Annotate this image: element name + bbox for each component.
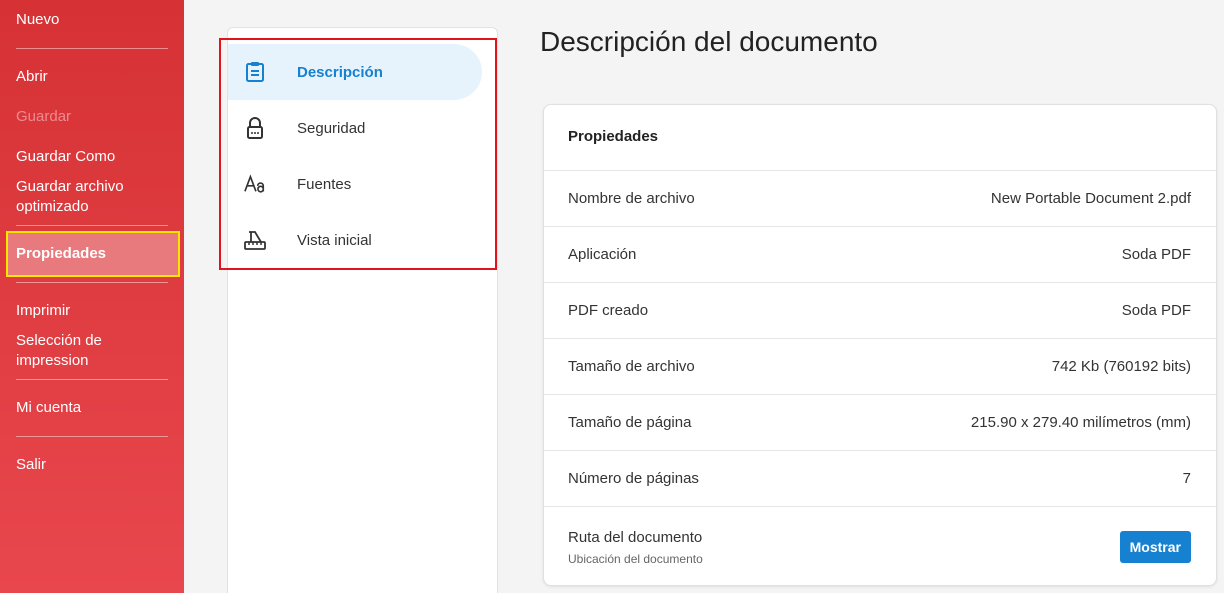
menu-guardar: Guardar <box>16 108 72 125</box>
property-label: Nombre de archivo <box>568 190 695 207</box>
font-icon <box>244 173 266 195</box>
property-row: Nombre de archivo New Portable Document … <box>544 171 1216 227</box>
menu-guardar-optimizado-line2: optimizado <box>16 198 89 215</box>
property-label: Número de páginas <box>568 470 699 487</box>
nav-label: Vista inicial <box>297 231 372 249</box>
property-row: Aplicación Soda PDF <box>544 227 1216 283</box>
document-path-sublabel: Ubicación del documento <box>568 552 703 566</box>
nav-item-descripcion[interactable]: Descripción <box>228 44 482 100</box>
property-label: PDF creado <box>568 302 649 319</box>
menu-guardar-optimizado[interactable]: Guardar archivo optimizado <box>16 177 176 217</box>
property-value: Soda PDF <box>1121 246 1191 263</box>
page-title: Descripción del documento <box>540 26 878 57</box>
lock-icon <box>244 117 266 139</box>
nav-item-fuentes[interactable]: Fuentes <box>228 156 482 212</box>
document-path-text: Ruta del documento Ubicación del documen… <box>568 529 703 566</box>
card-title: Propiedades <box>544 105 1216 171</box>
property-value: New Portable Document 2.pdf <box>990 190 1191 207</box>
property-value: 7 <box>1182 470 1191 487</box>
menu-guardar-optimizado-line1: Guardar archivo <box>16 178 124 195</box>
property-value: Soda PDF <box>1121 302 1191 319</box>
menu-seleccion-line2: impression <box>16 352 89 369</box>
nav-label: Fuentes <box>297 175 352 193</box>
property-row: Tamaño de archivo 742 Kb (760192 bits) <box>544 339 1216 395</box>
menu-divider <box>16 225 168 226</box>
menu-divider <box>16 379 168 380</box>
menu-divider <box>16 48 168 49</box>
property-value: 215.90 x 279.40 milímetros (mm) <box>970 414 1191 431</box>
menu-seleccion-line1: Selección de <box>16 332 102 349</box>
nav-item-vista-inicial[interactable]: Vista inicial <box>228 212 482 268</box>
property-row: Tamaño de página 215.90 x 279.40 milímet… <box>544 395 1216 451</box>
menu-salir[interactable]: Salir <box>16 455 176 475</box>
document-path-row: Ruta del documento Ubicación del documen… <box>544 507 1216 585</box>
menu-divider <box>16 282 168 283</box>
ruler-icon <box>244 229 266 251</box>
menu-abrir[interactable]: Abrir <box>16 67 176 87</box>
menu-nuevo[interactable]: Nuevo <box>16 10 176 30</box>
nav-label: Descripción <box>297 63 383 81</box>
property-label: Tamaño de página <box>568 414 692 431</box>
menu-seleccion-impresion[interactable]: Selección de impression <box>16 331 176 371</box>
menu-guardar-como[interactable]: Guardar Como <box>16 147 176 167</box>
menu-imprimir[interactable]: Imprimir <box>16 301 176 321</box>
menu-divider <box>16 436 168 437</box>
property-row: Número de páginas 7 <box>544 451 1216 507</box>
nav-item-seguridad[interactable]: Seguridad <box>228 100 482 156</box>
property-row: PDF creado Soda PDF <box>544 283 1216 339</box>
file-menu: Nuevo Abrir Guardar Guardar Como Guardar… <box>0 0 184 593</box>
show-path-button[interactable]: Mostrar <box>1119 531 1191 563</box>
document-path-label: Ruta del documento <box>568 529 703 546</box>
property-label: Aplicación <box>568 246 637 263</box>
nav-label: Seguridad <box>297 119 366 137</box>
menu-propiedades[interactable]: Propiedades <box>6 231 180 277</box>
property-label: Tamaño de archivo <box>568 358 695 375</box>
menu-mi-cuenta[interactable]: Mi cuenta <box>16 398 176 418</box>
clipboard-icon <box>244 61 266 83</box>
properties-card: Propiedades Nombre de archivo New Portab… <box>543 104 1217 586</box>
property-value: 742 Kb (760192 bits) <box>1051 358 1191 375</box>
